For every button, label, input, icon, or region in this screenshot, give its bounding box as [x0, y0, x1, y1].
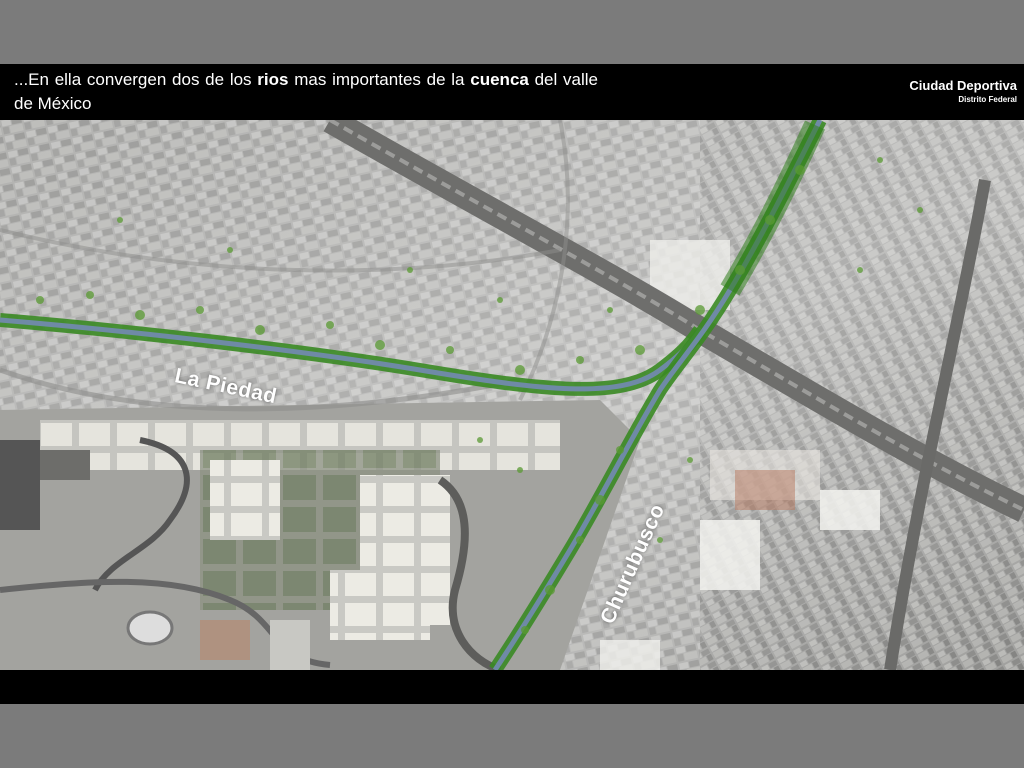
slide-header: ...En ella convergen dos de los rios mas… — [0, 64, 1024, 120]
caption-text-1: ...En ella convergen dos de los — [14, 70, 258, 89]
aerial-map: La Piedad Churubusco — [0, 120, 1024, 670]
caption-text-2: mas importantes de la — [288, 70, 471, 89]
caption-bold-cuenca: cuenca — [470, 70, 529, 89]
caption-bold-rios: rios — [257, 70, 289, 89]
brand-block: Ciudad Deportiva Distrito Federal — [909, 78, 1017, 105]
slide-footer-bar — [0, 670, 1024, 704]
brand-title: Ciudad Deportiva — [909, 78, 1017, 93]
slide-caption: ...En ella convergen dos de los rios mas… — [14, 68, 598, 116]
brand-subtitle: Distrito Federal — [958, 95, 1017, 104]
aerial-map-image — [0, 120, 1024, 670]
slide: ...En ella convergen dos de los rios mas… — [0, 64, 1024, 704]
